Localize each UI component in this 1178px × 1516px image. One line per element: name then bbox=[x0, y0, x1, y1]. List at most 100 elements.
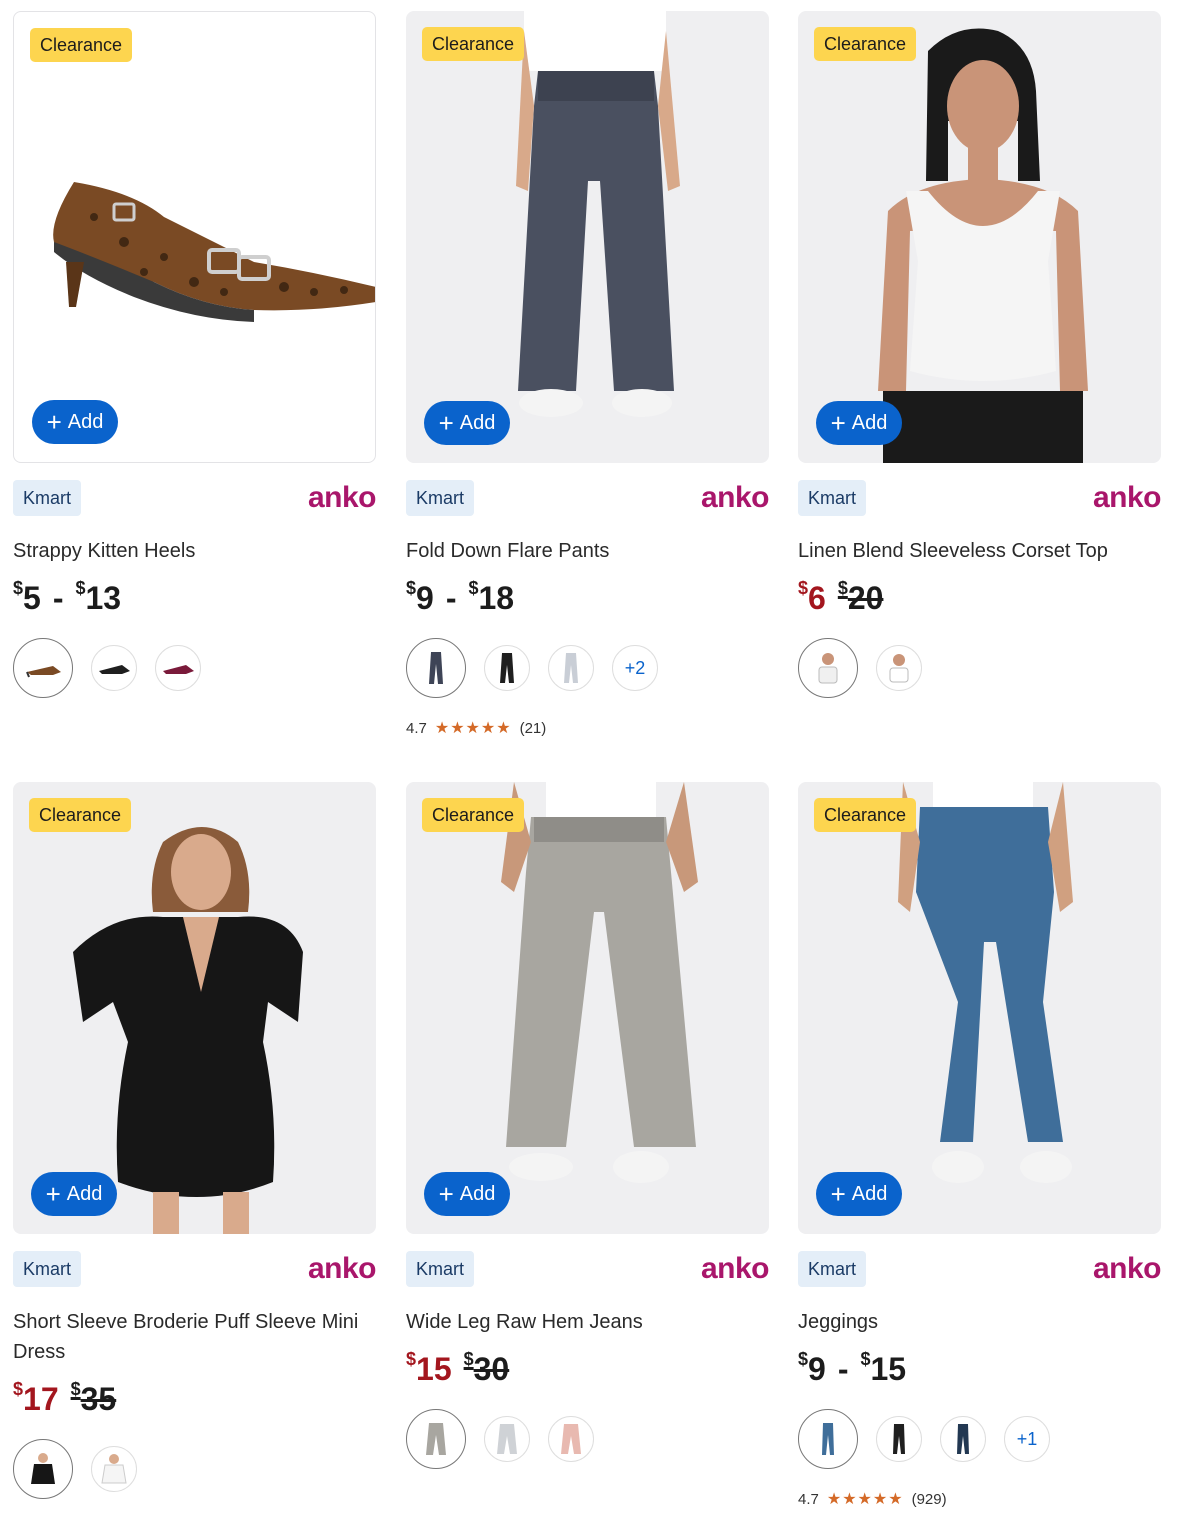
more-colors-button[interactable]: +2 bbox=[612, 645, 658, 691]
product-name[interactable]: Linen Blend Sleeveless Corset Top bbox=[798, 536, 1161, 566]
sale-price: 15 bbox=[416, 1351, 452, 1387]
more-colors-button[interactable]: +1 bbox=[1004, 1416, 1050, 1462]
color-swatches bbox=[13, 638, 376, 698]
swatch-pink[interactable] bbox=[548, 1416, 594, 1462]
product-card[interactable]: Clearance + Add Kmart anko Strappy Kitte… bbox=[13, 11, 377, 698]
product-photo bbox=[898, 782, 1073, 1183]
add-to-cart-button[interactable]: + Add bbox=[816, 1172, 902, 1216]
clearance-badge: Clearance bbox=[422, 27, 525, 61]
clearance-badge: Clearance bbox=[422, 798, 525, 832]
clearance-badge: Clearance bbox=[814, 27, 917, 61]
price-low: 5 bbox=[23, 580, 41, 616]
original-price: 30 bbox=[473, 1351, 510, 1387]
swatch-black[interactable] bbox=[13, 1439, 73, 1499]
add-to-cart-button[interactable]: + Add bbox=[32, 400, 118, 444]
brand-logo: anko bbox=[1092, 481, 1162, 514]
swatch-leopard[interactable] bbox=[13, 638, 73, 698]
product-name[interactable]: Fold Down Flare Pants bbox=[406, 536, 769, 566]
product-price: $15 $30 bbox=[406, 1349, 510, 1387]
plus-icon: + bbox=[830, 408, 846, 438]
add-to-cart-button[interactable]: + Add bbox=[31, 1172, 117, 1216]
product-rating: 4.7 ★★★★★ (21) bbox=[406, 718, 769, 738]
brand-logo: anko bbox=[307, 481, 377, 514]
add-to-cart-button[interactable]: + Add bbox=[424, 1172, 510, 1216]
color-swatches bbox=[13, 1439, 376, 1499]
swatch-grey[interactable] bbox=[548, 645, 594, 691]
plus-icon: + bbox=[45, 1179, 61, 1209]
product-rating: 4.7 ★★★★★ (929) bbox=[798, 1489, 1161, 1509]
product-image[interactable]: Clearance + Add bbox=[798, 11, 1161, 463]
clearance-badge: Clearance bbox=[30, 28, 133, 62]
product-price: $9 - $15 bbox=[798, 1349, 907, 1387]
add-button-label: Add bbox=[66, 1182, 103, 1205]
product-card[interactable]: Clearance + Add Kmart anko Jeggings $9 -… bbox=[798, 782, 1162, 1509]
product-image[interactable]: Clearance + Add bbox=[13, 782, 376, 1234]
plus-icon: + bbox=[438, 408, 454, 438]
swatch-black[interactable] bbox=[91, 645, 137, 691]
product-photo bbox=[878, 28, 1088, 463]
product-image[interactable]: Clearance + Add bbox=[13, 11, 376, 463]
swatch-dark-blue[interactable] bbox=[940, 1416, 986, 1462]
product-name[interactable]: Jeggings bbox=[798, 1307, 1161, 1337]
add-button-label: Add bbox=[851, 411, 888, 434]
brand-logo: anko bbox=[307, 1252, 377, 1285]
price-low: 9 bbox=[808, 1351, 826, 1387]
price-high: 18 bbox=[478, 580, 515, 616]
clearance-badge: Clearance bbox=[814, 798, 917, 832]
product-image[interactable]: Clearance + Add bbox=[798, 782, 1161, 1234]
product-image[interactable]: Clearance + Add bbox=[406, 782, 769, 1234]
plus-icon: + bbox=[438, 1179, 454, 1209]
product-price: $9 - $18 bbox=[406, 578, 515, 616]
product-card[interactable]: Clearance + Add Kmart anko Short Sleeve … bbox=[13, 782, 377, 1499]
store-tag: Kmart bbox=[798, 480, 867, 516]
brand-logo: anko bbox=[700, 1252, 770, 1285]
rating-score: 4.7 bbox=[406, 719, 427, 737]
product-image[interactable]: Clearance + Add bbox=[406, 11, 769, 463]
store-tag: Kmart bbox=[406, 480, 475, 516]
sale-price: 17 bbox=[23, 1381, 59, 1417]
price-low: 9 bbox=[416, 580, 434, 616]
product-card[interactable]: Clearance + Add Kmart anko Fold Down Fla… bbox=[406, 11, 770, 738]
product-price: $6 $20 bbox=[798, 578, 884, 616]
product-card[interactable]: Clearance + Add Kmart anko Wide Leg Raw … bbox=[406, 782, 770, 1469]
product-card[interactable]: Clearance + Add Kmart anko Linen Blend S… bbox=[798, 11, 1162, 698]
swatch-pink[interactable] bbox=[155, 645, 201, 691]
color-swatches: +2 bbox=[406, 638, 769, 698]
clearance-badge: Clearance bbox=[29, 798, 132, 832]
swatch-grey[interactable] bbox=[406, 1409, 466, 1469]
plus-icon: + bbox=[830, 1179, 846, 1209]
color-swatches: +1 bbox=[798, 1409, 1161, 1469]
product-price: $17 $35 bbox=[13, 1379, 117, 1417]
swatch-black[interactable] bbox=[484, 645, 530, 691]
product-photo bbox=[516, 11, 680, 417]
swatch-black[interactable] bbox=[876, 1416, 922, 1462]
brand-logo: anko bbox=[700, 481, 770, 514]
swatch-white[interactable] bbox=[91, 1446, 137, 1492]
rating-count: (929) bbox=[911, 1490, 947, 1508]
add-to-cart-button[interactable]: + Add bbox=[816, 401, 902, 445]
store-tag: Kmart bbox=[13, 480, 82, 516]
product-name[interactable]: Wide Leg Raw Hem Jeans bbox=[406, 1307, 769, 1337]
price-high: 15 bbox=[870, 1351, 907, 1387]
rating-score: 4.7 bbox=[798, 1490, 819, 1508]
star-icons: ★★★★★ bbox=[434, 720, 512, 737]
original-price: 35 bbox=[80, 1381, 117, 1417]
original-price: 20 bbox=[847, 580, 884, 616]
swatch-white[interactable] bbox=[876, 645, 922, 691]
swatch-light-grey[interactable] bbox=[484, 1416, 530, 1462]
brand-logo: anko bbox=[1092, 1252, 1162, 1285]
star-icons: ★★★★★ bbox=[826, 1491, 904, 1508]
price-high: 13 bbox=[85, 580, 122, 616]
product-name[interactable]: Short Sleeve Broderie Puff Sleeve Mini D… bbox=[13, 1307, 376, 1367]
swatch-mid-blue[interactable] bbox=[798, 1409, 858, 1469]
color-swatches bbox=[798, 638, 1161, 698]
add-button-label: Add bbox=[459, 1182, 496, 1205]
product-photo bbox=[501, 782, 698, 1183]
color-swatches bbox=[406, 1409, 769, 1469]
product-name[interactable]: Strappy Kitten Heels bbox=[13, 536, 376, 566]
product-price: $5 - $13 bbox=[13, 578, 122, 616]
add-button-label: Add bbox=[67, 410, 104, 433]
add-to-cart-button[interactable]: + Add bbox=[424, 401, 510, 445]
swatch-charcoal[interactable] bbox=[406, 638, 466, 698]
swatch-white-dot[interactable] bbox=[798, 638, 858, 698]
